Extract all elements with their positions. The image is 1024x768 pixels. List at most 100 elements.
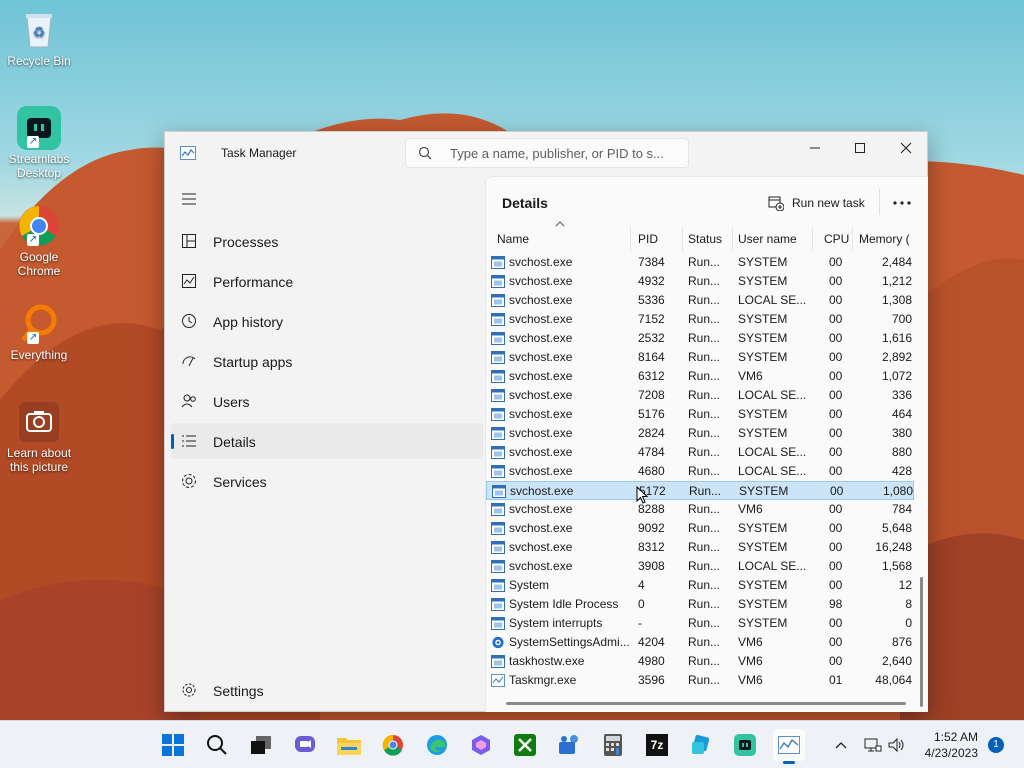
sidebar-item-label: Performance (213, 274, 294, 290)
desktop-icon-learn-about-picture[interactable]: Learn about this picture (4, 400, 74, 474)
minimize-button[interactable] (792, 132, 838, 164)
desktop-icon-label: Everything (10, 348, 68, 362)
column-header-pid[interactable]: PID (638, 227, 658, 251)
process-name: svchost.exe (509, 464, 573, 478)
table-row[interactable]: svchost.exe 8312 Run... SYSTEM 00 16,248 (486, 538, 914, 557)
desktop-icon-everything[interactable]: ↗ Everything (4, 302, 74, 362)
run-new-task-button[interactable]: Run new task (768, 191, 865, 215)
chat-button[interactable] (289, 729, 321, 761)
table-row[interactable]: SystemSettingsAdmi... 4204 Run... VM6 00 876 (486, 633, 914, 652)
show-hidden-icons-button[interactable] (825, 729, 857, 761)
process-status: Run... (688, 616, 721, 630)
process-window-icon (491, 446, 505, 459)
table-row[interactable]: svchost.exe 7384 Run... SYSTEM 00 2,484 (486, 253, 914, 272)
table-row[interactable]: svchost.exe 4680 Run... LOCAL SE... 00 428 (486, 462, 914, 481)
table-row[interactable]: svchost.exe 5172 Run... SYSTEM 00 1,080 (486, 481, 914, 500)
toolbar-divider (879, 189, 880, 215)
sidebar-item-performance[interactable]: Performance (171, 263, 483, 299)
process-window-icon (491, 275, 505, 288)
sidebar-item-startup-apps[interactable]: Startup apps (171, 343, 483, 379)
table-row[interactable]: svchost.exe 4932 Run... SYSTEM 00 1,212 (486, 272, 914, 291)
calculator-button[interactable] (597, 729, 629, 761)
table-row[interactable]: svchost.exe 9092 Run... SYSTEM 00 5,648 (486, 519, 914, 538)
column-header-user-name[interactable]: User name (738, 227, 797, 251)
column-header-name[interactable]: Name (497, 227, 529, 251)
file-explorer-button[interactable] (333, 729, 365, 761)
table-row[interactable]: svchost.exe 2532 Run... SYSTEM 00 1,616 (486, 329, 914, 348)
column-header-memory[interactable]: Memory ( (859, 227, 910, 251)
table-row[interactable]: System 4 Run... SYSTEM 00 12 (486, 576, 914, 595)
taskbar-search-button[interactable] (201, 729, 233, 761)
sidebar-item-users[interactable]: Users (171, 383, 483, 419)
process-name: svchost.exe (509, 559, 573, 573)
table-row[interactable]: svchost.exe 5176 Run... SYSTEM 00 464 (486, 405, 914, 424)
remote-app-button[interactable] (685, 729, 717, 761)
details-panel: Details Run new task Name PID Status Use… (485, 176, 928, 712)
desktop-icon-chrome[interactable]: ↗ Google Chrome (4, 204, 74, 278)
table-row[interactable]: svchost.exe 2824 Run... SYSTEM 00 380 (486, 424, 914, 443)
table-row[interactable]: Taskmgr.exe 3596 Run... VM6 01 48,064 (486, 671, 914, 690)
task-view-button[interactable] (245, 729, 277, 761)
table-row[interactable]: System Idle Process 0 Run... SYSTEM 98 8 (486, 595, 914, 614)
process-cpu: 00 (829, 274, 843, 288)
sidebar-item-services[interactable]: Services (171, 463, 483, 499)
table-row[interactable]: svchost.exe 4784 Run... LOCAL SE... 00 880 (486, 443, 914, 462)
horizontal-scrollbar[interactable] (506, 702, 906, 705)
desktop-icon-streamlabs[interactable]: ↗ Streamlabs Desktop (4, 106, 74, 180)
edge-button[interactable] (421, 729, 453, 761)
app-history-icon (182, 314, 196, 328)
copilot-button[interactable] (465, 729, 497, 761)
process-memory: 1,080 (882, 484, 913, 498)
table-row[interactable]: svchost.exe 3908 Run... LOCAL SE... 00 1,568 (486, 557, 914, 576)
desktop-icon-recycle-bin[interactable]: ♻ Recycle Bin (4, 8, 74, 68)
table-row[interactable]: svchost.exe 7208 Run... LOCAL SE... 00 336 (486, 386, 914, 405)
notification-badge[interactable]: 1 (988, 737, 1004, 753)
process-window-icon (491, 655, 505, 668)
desktop-icon-label: Google Chrome (17, 250, 61, 278)
chrome-taskbar-button[interactable] (377, 729, 409, 761)
process-memory: 1,308 (881, 293, 912, 307)
sidebar-item-details[interactable]: Details (171, 423, 483, 459)
task-manager-taskbar-button[interactable] (773, 729, 805, 764)
search-box[interactable] (405, 138, 689, 168)
maximize-button[interactable] (837, 132, 883, 164)
sidebar-item-processes[interactable]: Processes (171, 223, 483, 259)
clock-time: 1:52 AM (933, 730, 978, 744)
process-pid: 0 (638, 597, 645, 611)
processes-icon (182, 234, 196, 248)
settings-gear-icon (182, 683, 196, 697)
sidebar-item-settings[interactable]: Settings (171, 672, 483, 708)
close-button[interactable] (883, 132, 929, 164)
process-user: SYSTEM (738, 616, 788, 630)
table-row[interactable]: svchost.exe 8288 Run... VM6 00 784 (486, 500, 914, 519)
process-status: Run... (689, 484, 722, 498)
hamburger-menu-button[interactable] (181, 192, 197, 209)
process-status: Run... (688, 540, 721, 554)
process-window-icon (491, 389, 505, 402)
sidebar-item-app-history[interactable]: App history (171, 303, 483, 339)
process-window-icon (491, 465, 505, 478)
column-header-status[interactable]: Status (688, 227, 722, 251)
more-options-button[interactable] (890, 191, 914, 215)
task-manager-icon (491, 674, 505, 687)
table-row[interactable]: System interrupts - Run... SYSTEM 00 0 (486, 614, 914, 633)
title-bar[interactable]: Task Manager (165, 132, 927, 176)
table-row[interactable]: svchost.exe 7152 Run... SYSTEM 00 700 (486, 310, 914, 329)
table-row[interactable]: svchost.exe 6312 Run... VM6 00 1,072 (486, 367, 914, 386)
process-pid: 7152 (638, 312, 665, 326)
streamlabs-taskbar-button[interactable] (729, 729, 761, 761)
process-cpu: 00 (829, 578, 843, 592)
table-row[interactable]: taskhostw.exe 4980 Run... VM6 00 2,640 (486, 652, 914, 671)
process-cpu: 00 (829, 654, 843, 668)
xbox-button[interactable] (509, 729, 541, 761)
7zip-button[interactable]: 7z (641, 729, 673, 761)
teams-button[interactable] (553, 729, 585, 761)
table-row[interactable]: svchost.exe 8164 Run... SYSTEM 00 2,892 (486, 348, 914, 367)
clock[interactable]: 1:52 AM 4/23/2023 (908, 729, 978, 761)
process-memory: 464 (891, 407, 912, 421)
start-button[interactable] (157, 729, 189, 761)
column-header-cpu[interactable]: CPU (824, 227, 849, 251)
vertical-scrollbar[interactable] (920, 577, 923, 707)
search-input[interactable] (450, 145, 680, 161)
table-row[interactable]: svchost.exe 5336 Run... LOCAL SE... 00 1,308 (486, 291, 914, 310)
